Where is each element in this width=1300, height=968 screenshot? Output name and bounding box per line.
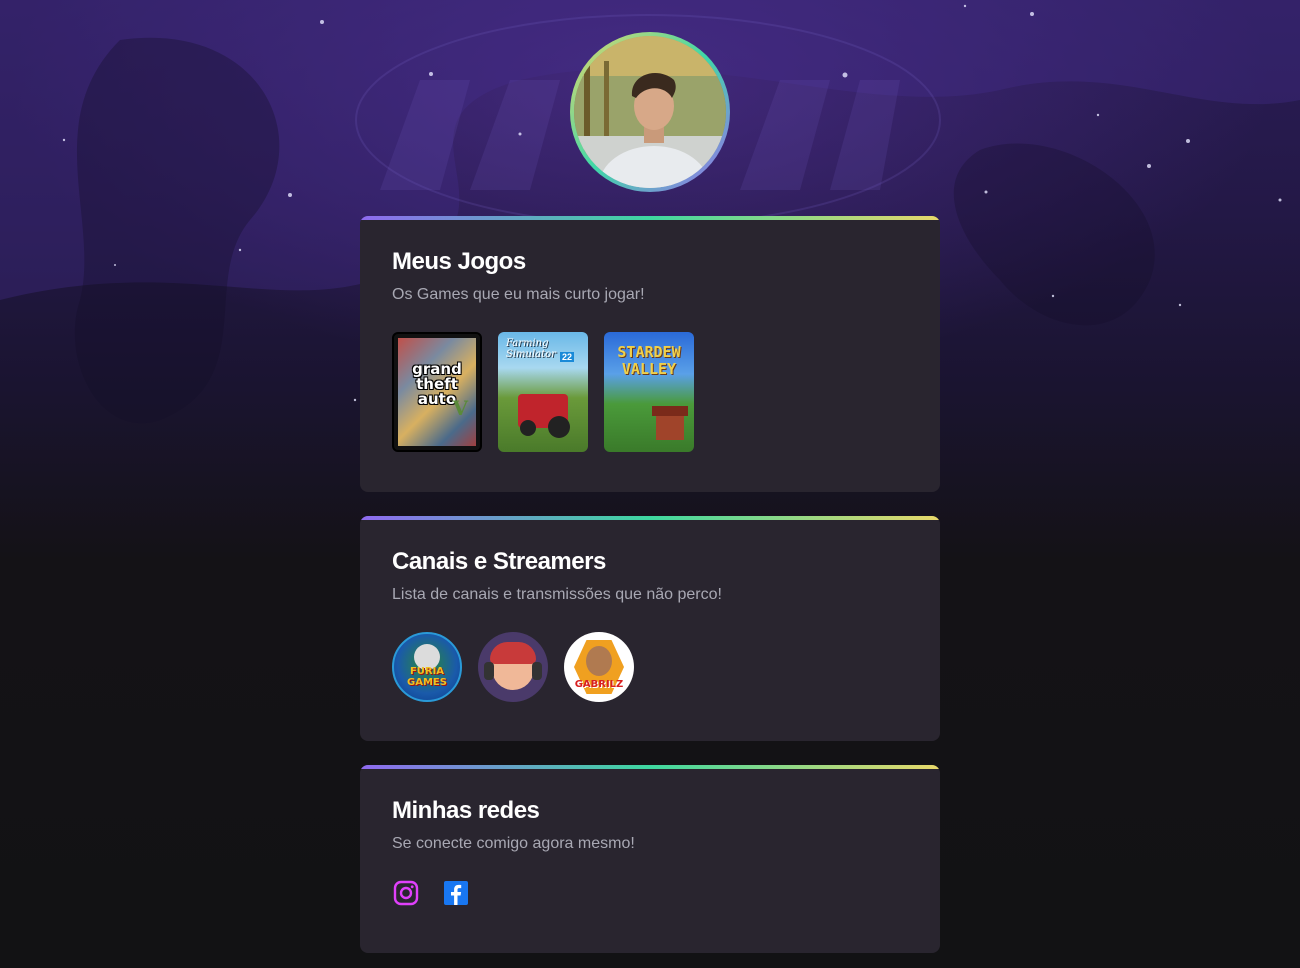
streamer-furia-label: FURIA GAMES bbox=[407, 666, 447, 688]
game-gta-badge: V bbox=[452, 396, 468, 420]
game-fs-badge: 22 bbox=[560, 352, 575, 362]
socials-subtitle: Se conecte comigo agora mesmo! bbox=[392, 835, 635, 852]
streamers-card: Canais e Streamers Lista de canais e tra… bbox=[360, 516, 940, 741]
game-sv-line1: STARDEW bbox=[617, 343, 681, 361]
socials-list bbox=[392, 879, 908, 907]
game-fs-line2: Simulator bbox=[506, 349, 556, 360]
socials-title: Minhas redes bbox=[392, 797, 540, 824]
socials-card: Minhas redes Se conecte comigo agora mes… bbox=[360, 765, 940, 953]
streamer-gabrilz[interactable]: GABRILZ bbox=[564, 632, 634, 702]
game-sv-line2: VALLEY bbox=[621, 360, 677, 378]
profile-page: Meus Jogos Os Games que eu mais curto jo… bbox=[0, 0, 1300, 968]
game-gta-v[interactable]: grand theft auto V bbox=[392, 332, 482, 452]
streamers-title: Canais e Streamers bbox=[392, 548, 606, 575]
instagram-icon bbox=[393, 880, 419, 906]
avatar-ring bbox=[570, 32, 730, 192]
instagram-link[interactable] bbox=[392, 879, 420, 907]
streamer-furia-games[interactable]: FURIA GAMES bbox=[392, 632, 462, 702]
game-fs-line1: Farming bbox=[506, 338, 549, 349]
streamers-subtitle: Lista de canais e transmissões que não p… bbox=[392, 586, 722, 603]
games-title: Meus Jogos bbox=[392, 248, 526, 275]
streamer-cartoon[interactable] bbox=[478, 632, 548, 702]
game-stardew-valley[interactable]: STARDEW VALLEY bbox=[604, 332, 694, 452]
games-subtitle: Os Games que eu mais curto jogar! bbox=[392, 286, 645, 303]
games-card: Meus Jogos Os Games que eu mais curto jo… bbox=[360, 216, 940, 492]
profile-photo-icon bbox=[574, 36, 726, 188]
avatar bbox=[574, 36, 726, 188]
facebook-link[interactable] bbox=[442, 879, 470, 907]
facebook-icon bbox=[444, 881, 468, 905]
streamer-gabrilz-label: GABRILZ bbox=[574, 679, 624, 690]
streamers-list: FURIA GAMES GABRILZ bbox=[392, 632, 908, 702]
games-list: grand theft auto V Farming Simulator 22 bbox=[392, 332, 908, 452]
game-farming-simulator-22[interactable]: Farming Simulator 22 bbox=[498, 332, 588, 452]
